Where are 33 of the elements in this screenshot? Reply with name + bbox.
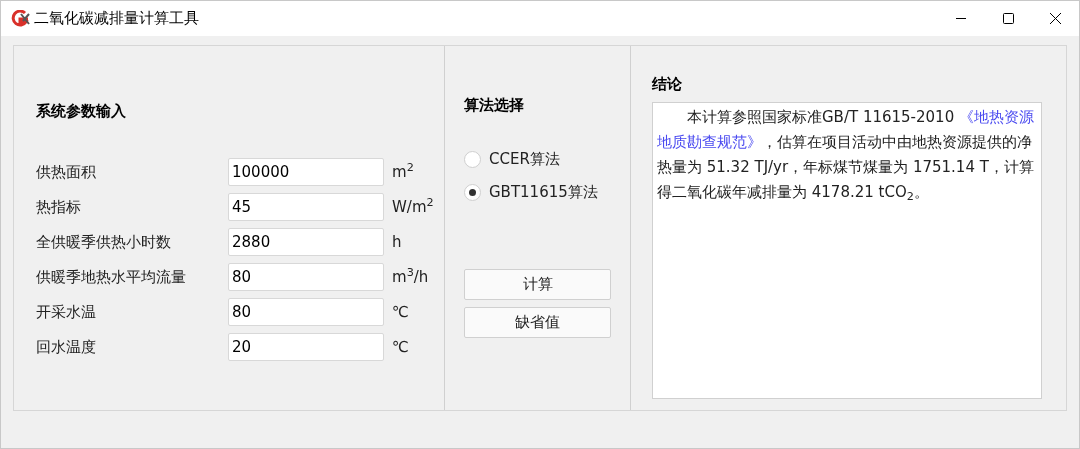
field-label: 供暖季地热水平均流量 <box>36 266 187 288</box>
input-field[interactable]: 100000 <box>228 158 384 186</box>
field-label: 回水温度 <box>36 336 97 358</box>
input-field[interactable]: 2880 <box>228 228 384 256</box>
unit-label: h <box>392 231 402 253</box>
radio-label: GBT11615算法 <box>489 181 598 203</box>
field-label: 开采水温 <box>36 301 97 323</box>
input-field[interactable]: 45 <box>228 193 384 221</box>
radio-button[interactable] <box>464 150 481 168</box>
unit-label: W/m$^{2}$ <box>392 195 434 218</box>
conclusion-paragraph: 本计算参照国家标准GB/T 11615-2010 《地热资源地质勘查规范》，估算在项目活动中由地热资源提供的净热量为 51.32 TJ/yr，年标煤节煤量为 1751.14 T，计算得二氧化碳年减排量为 4178.21 tCO$_{2}$。 <box>657 107 1035 205</box>
window-title: 二氧化碳减排量计算工具 <box>34 8 199 30</box>
maximize-icon <box>1002 13 1014 24</box>
input-field[interactable]: 80 <box>228 298 384 326</box>
calculate-button[interactable]: 计算 <box>464 269 611 300</box>
field-label: 全供暖季供热小时数 <box>36 231 172 253</box>
field-label: 供热面积 <box>36 161 97 183</box>
unit-label: ℃ <box>392 336 409 358</box>
result-text-area[interactable]: 本计算参照国家标准GB/T 11615-2010 《地热资源地质勘查规范》，估算在项目活动中由地热资源提供的净热量为 51.32 TJ/yr，年标煤节煤量为 1751.14 T，计算得二氧化碳年减排量为 4178.21 tCO$_{2}$。 <box>652 102 1042 399</box>
section-heading: 结论 <box>652 74 683 95</box>
unit-label: m$^{3}$/h <box>392 265 429 288</box>
unit-label: m$^{2}$ <box>392 160 414 183</box>
app-logo-icon <box>10 9 30 28</box>
unit-label: ℃ <box>392 301 409 323</box>
field-label: 热指标 <box>36 196 82 218</box>
default-values-button[interactable]: 缺省值 <box>464 307 611 338</box>
section-heading: 算法选择 <box>464 95 525 116</box>
input-field[interactable]: 20 <box>228 333 384 361</box>
close-icon <box>1049 13 1061 24</box>
radio-label: CCER算法 <box>489 148 560 170</box>
radio-button[interactable] <box>464 183 481 201</box>
section-heading: 系统参数输入 <box>36 101 127 122</box>
input-field[interactable]: 80 <box>228 263 384 291</box>
